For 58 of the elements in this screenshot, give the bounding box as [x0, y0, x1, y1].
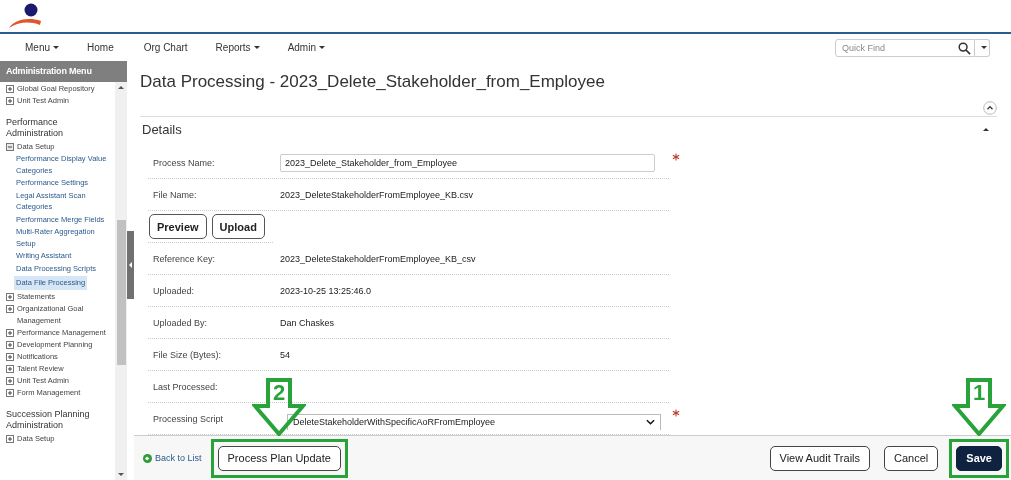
nav-menu-item[interactable]: Admin: [287, 42, 325, 53]
step-number: 1: [972, 380, 987, 405]
dropdown-button[interactable]: [975, 38, 990, 57]
collapse-icon[interactable]: [983, 101, 997, 115]
back-arrow-icon: [143, 453, 152, 463]
field-label: File Size (Bytes):: [153, 349, 222, 360]
expand-toggle-icon[interactable]: [6, 376, 14, 385]
logo-icon: [7, 2, 43, 30]
scrollbar[interactable]: [115, 82, 127, 480]
field-label: Reference Key:: [153, 253, 217, 264]
field-value: Dan Chaskes: [280, 317, 335, 328]
step-number: 2: [272, 380, 287, 405]
nav-menu-item[interactable]: Reports: [215, 42, 260, 53]
field-value: 2023-10-25 13:25:46.0: [280, 285, 372, 296]
search-icon[interactable]: [958, 41, 971, 55]
footer-button[interactable]: Save: [956, 445, 1002, 471]
field-value: 54: [280, 349, 290, 360]
back-link[interactable]: Back to List: [143, 453, 202, 463]
footer-button[interactable]: Cancel: [884, 445, 939, 471]
field-label: Processing Script: [153, 413, 225, 424]
expand-toggle-icon[interactable]: [6, 364, 14, 373]
sidebar-title: Administration Menu: [0, 61, 127, 82]
expand-toggle-icon[interactable]: [6, 97, 14, 105]
nav-menu-item[interactable]: Menu: [25, 42, 59, 53]
field-label: Process Name:: [153, 157, 216, 168]
expand-toggle-icon[interactable]: [6, 143, 14, 151]
nav-menu-item[interactable]: Home: [87, 42, 114, 53]
select-field[interactable]: DeleteStakeholderWithSpecificAoRFromEmployee: [287, 413, 661, 430]
footer-button[interactable]: View Audit Trails: [769, 445, 871, 471]
back-link-text[interactable]: Back to List: [155, 453, 202, 463]
expand-toggle-icon[interactable]: [6, 292, 14, 301]
expand-toggle-icon[interactable]: [6, 328, 14, 337]
action-button[interactable]: Upload: [211, 214, 265, 239]
section-title: Details: [142, 122, 182, 137]
page-title: Data Processing - 2023_Delete_Stakeholder_from_Employee: [140, 72, 606, 92]
field-label: Uploaded By:: [153, 317, 209, 328]
field-label: Uploaded:: [153, 285, 196, 296]
chevron-down-icon[interactable]: [646, 419, 655, 425]
input-field[interactable]: 2023_Delete_Stakeholder_from_Employee: [280, 153, 655, 172]
field-label: File Name:: [153, 189, 198, 200]
field-value: 2023_DeleteStakeholderFromEmployee_KB.csv: [280, 189, 474, 200]
nav-menu-item[interactable]: Org Chart: [143, 42, 188, 53]
collapse-handle[interactable]: [127, 231, 134, 299]
quick-find-field[interactable]: Quick Find: [835, 38, 975, 57]
collapse-caret-icon[interactable]: [983, 128, 989, 131]
sidebar-heading: Succession Planning Administration: [6, 408, 91, 431]
expand-toggle-icon[interactable]: [6, 85, 14, 93]
expand-toggle-icon[interactable]: [6, 388, 14, 397]
expand-toggle-icon[interactable]: [6, 352, 14, 361]
sidebar-heading: Performance Administration: [6, 117, 65, 139]
footer-button[interactable]: Process Plan Update: [217, 445, 341, 471]
down-arrow-icon: [952, 377, 1007, 436]
action-button[interactable]: Preview: [149, 214, 207, 239]
expand-toggle-icon[interactable]: [6, 304, 14, 313]
field-value: 2023_DeleteStakeholderFromEmployee_KB_csv: [280, 253, 476, 264]
field-label: Last Processed:: [153, 381, 219, 392]
expand-toggle-icon[interactable]: [6, 434, 14, 443]
expand-toggle-icon[interactable]: [6, 340, 14, 349]
